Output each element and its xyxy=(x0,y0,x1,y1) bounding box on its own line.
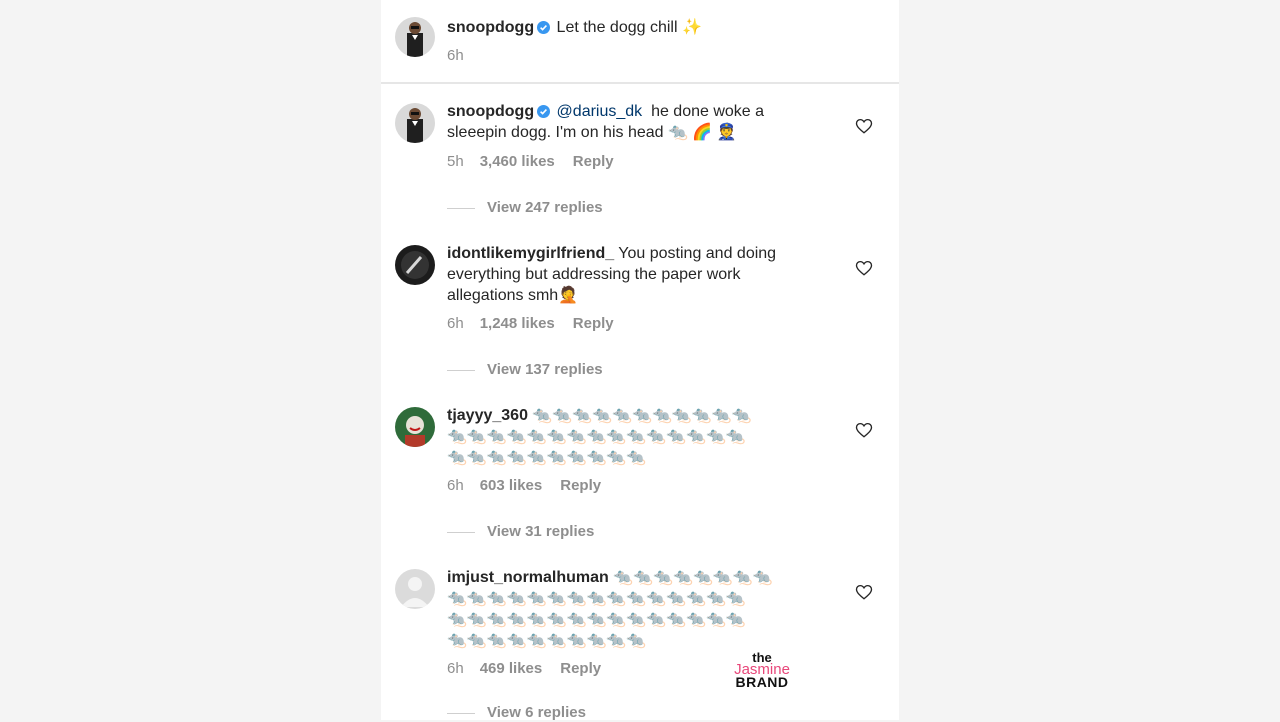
verified-badge-icon xyxy=(537,105,551,118)
view-replies-label[interactable]: View 247 replies xyxy=(487,199,603,216)
comment-2-likes[interactable]: 1,248 likes xyxy=(480,315,555,332)
replies-divider xyxy=(447,531,475,533)
comment-1-text: he done woke a xyxy=(651,103,765,120)
comment-3-text: 🐀🐀🐀🐀🐀🐀🐀🐀🐀🐀🐀 xyxy=(532,407,752,424)
comment-4-text: 🐀🐀🐀🐀🐀🐀🐀🐀 xyxy=(613,569,773,586)
comment-4-line-2: 🐀🐀🐀🐀🐀🐀🐀🐀🐀🐀🐀🐀🐀🐀🐀 xyxy=(447,590,746,607)
comment-2-line-3: allegations smh🤦 xyxy=(447,287,579,304)
like-heart-icon[interactable] xyxy=(855,421,873,439)
comment-1-line-2: sleeepin dogg. I'm on his head 🐀 🌈 👮 xyxy=(447,124,737,141)
comment-1-username[interactable]: snoopdogg xyxy=(447,103,534,120)
comment-3-meta: 6h 603 likes Reply xyxy=(447,477,601,495)
comment-4-likes[interactable]: 469 likes xyxy=(480,660,543,677)
comment-4-time: 6h xyxy=(447,660,464,677)
comment-avatar-imjust-normalhuman[interactable] xyxy=(395,569,435,609)
comment-3-view-replies[interactable]: View 31 replies xyxy=(447,523,594,541)
comment-1-mention[interactable]: @darius_dk xyxy=(557,103,643,120)
comment-4-meta: 6h 469 likes Reply xyxy=(447,660,601,678)
comment-1-reply-button[interactable]: Reply xyxy=(573,153,614,170)
caption-text: Let the dogg chill xyxy=(556,19,678,36)
comment-avatar-tjayyy[interactable] xyxy=(395,407,435,447)
like-heart-icon[interactable] xyxy=(855,259,873,277)
comment-2-time: 6h xyxy=(447,315,464,332)
comment-2-reply-button[interactable]: Reply xyxy=(573,315,614,332)
thejasminebrand-watermark: the Jasmine BRAND xyxy=(730,651,794,690)
comment-4-line-1: imjust_normalhuman 🐀🐀🐀🐀🐀🐀🐀🐀 xyxy=(447,568,773,588)
comment-3-likes[interactable]: 603 likes xyxy=(480,477,543,494)
comment-avatar-idontlikemygirlfriend[interactable] xyxy=(395,245,435,285)
like-heart-icon[interactable] xyxy=(855,117,873,135)
caption-username[interactable]: snoopdogg xyxy=(447,19,534,36)
comment-2-text: You posting and doing xyxy=(618,245,777,262)
view-replies-label[interactable]: View 137 replies xyxy=(487,361,603,378)
comment-4-username[interactable]: imjust_normalhuman xyxy=(447,569,609,586)
view-replies-label[interactable]: View 31 replies xyxy=(487,523,594,540)
comment-4-line-4: 🐀🐀🐀🐀🐀🐀🐀🐀🐀🐀 xyxy=(447,632,647,649)
comment-1-time: 5h xyxy=(447,153,464,170)
comment-2-meta: 6h 1,248 likes Reply xyxy=(447,315,614,333)
replies-divider xyxy=(447,207,475,209)
watermark-brand: BRAND xyxy=(735,674,789,690)
comment-2-line-1: idontlikemygirlfriend_ You posting and d… xyxy=(447,244,776,264)
comment-3-time: 6h xyxy=(447,477,464,494)
comment-1-likes[interactable]: 3,460 likes xyxy=(480,153,555,170)
caption-time: 6h xyxy=(447,47,464,65)
comment-2-username[interactable]: idontlikemygirlfriend_ xyxy=(447,245,614,262)
comment-3-line-2: 🐀🐀🐀🐀🐀🐀🐀🐀🐀🐀🐀🐀🐀🐀🐀 xyxy=(447,428,746,445)
verified-badge-icon xyxy=(537,21,551,34)
like-heart-icon[interactable] xyxy=(855,583,873,601)
comment-2-line-2: everything but addressing the paper work xyxy=(447,266,741,283)
view-replies-label[interactable]: View 6 replies xyxy=(487,704,586,721)
comment-1-line-1: snoopdogg @darius_dk he done woke a xyxy=(447,102,764,122)
caption-divider xyxy=(381,82,899,84)
comment-3-line-1: tjayyy_360 🐀🐀🐀🐀🐀🐀🐀🐀🐀🐀🐀 xyxy=(447,406,752,426)
replies-divider xyxy=(447,712,475,714)
comment-1-view-replies[interactable]: View 247 replies xyxy=(447,199,603,217)
comment-1-meta: 5h 3,460 likes Reply xyxy=(447,153,614,171)
comment-avatar-snoopdogg[interactable] xyxy=(395,103,435,143)
comment-4-reply-button[interactable]: Reply xyxy=(560,660,601,677)
comment-3-line-3: 🐀🐀🐀🐀🐀🐀🐀🐀🐀🐀 xyxy=(447,449,647,466)
snoopdogg-avatar[interactable] xyxy=(395,17,435,57)
comment-3-reply-button[interactable]: Reply xyxy=(560,477,601,494)
caption-line: snoopdogg Let the dogg chill ✨ xyxy=(447,17,702,38)
comment-3-username[interactable]: tjayyy_360 xyxy=(447,407,528,424)
comment-2-view-replies[interactable]: View 137 replies xyxy=(447,361,603,379)
sparkles-icon: ✨ xyxy=(681,17,702,36)
replies-divider xyxy=(447,369,475,371)
caption-timestamp: 6h xyxy=(447,47,464,64)
comment-4-line-3: 🐀🐀🐀🐀🐀🐀🐀🐀🐀🐀🐀🐀🐀🐀🐀 xyxy=(447,611,746,628)
comment-4-view-replies[interactable]: View 6 replies xyxy=(447,704,586,722)
